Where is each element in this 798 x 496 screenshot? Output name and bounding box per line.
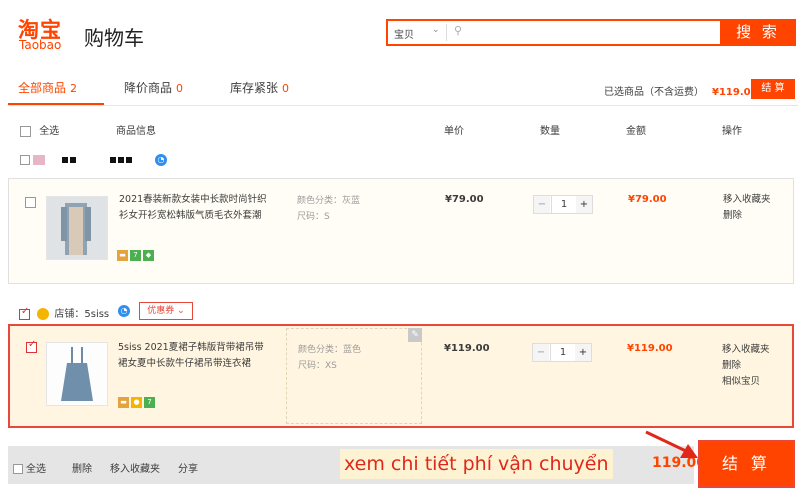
product-image[interactable] [46,342,108,406]
shop-checkbox[interactable] [20,155,30,165]
taobao-logo-en: Taobao [19,38,62,52]
coupon-dropdown[interactable]: 优惠券 ⌄ [139,302,193,320]
shop-row [20,155,134,166]
color-prop: 颜色分类：灰蓝 [297,196,361,206]
search-button[interactable]: 搜 索 [720,19,796,46]
size-prop: 尺码：S [297,212,330,222]
wangwang-icon[interactable]: ◔ [155,154,167,166]
select-all-checkbox[interactable] [20,125,31,137]
shield-icon: ◆ [143,250,154,261]
delete-link[interactable]: 删除 [723,208,771,224]
cart-item: 2021春装新款女装中长款时尚针织衫女开衫宽松韩版气质毛衣外套潮 ▬ 7 ◆ 颜色分… [8,178,794,284]
similar-items-link[interactable]: 相似宝贝 [722,374,770,390]
search-input[interactable] [470,24,720,41]
quantity-stepper[interactable]: − 1 + [532,343,592,362]
column-header-price: 单价 [444,126,464,137]
denim-dress-image [47,343,107,405]
tab-count: 2 [70,82,78,95]
product-title[interactable]: 5siss 2021夏裙子韩版背带裙吊带裙女夏中长款牛仔裙吊带连衣裙 [118,340,268,372]
decrease-button[interactable]: − [533,344,549,361]
service-icons: ▬ 7 ◆ [117,249,156,261]
product-props: 颜色分类：灰蓝 尺码：S [297,193,360,225]
masked-shop-name [109,155,134,166]
shop-row: 店铺：5siss [19,305,109,320]
cart-item-selected: 5siss 2021夏裙子韩版背带裙吊带裙女夏中长款牛仔裙吊带连衣裙 ▬●7 ✎… [8,324,794,428]
decrease-button[interactable]: − [534,196,550,213]
select-all-checkbox[interactable] [13,464,23,474]
select-all-label: 全选 [26,464,46,475]
select-all-bottom[interactable]: 全选 [13,460,46,475]
seven-day-return-icon: 7 [130,250,141,261]
item-amount: ¥79.00 [628,194,667,205]
search-scope-select[interactable]: 宝贝 [394,26,414,41]
column-header-ops: 操作 [722,126,742,137]
shop-icon [37,308,50,320]
search-bar: 宝贝 ⌄ ⚲ 搜 索 [386,19,796,46]
product-image[interactable] [46,196,108,260]
tab-price-drop[interactable]: 降价商品 0 [124,79,183,96]
shop-checkbox[interactable] [19,308,30,320]
tab-label: 全部商品 [18,81,67,95]
share-link[interactable]: 分享 [178,460,198,475]
delete-link[interactable]: 删除 [722,358,770,374]
seven-day-return-icon: 7 [144,397,155,408]
bulb-icon: ● [131,397,142,408]
tab-all-items[interactable]: 全部商品 2 [18,79,77,96]
quantity-value[interactable]: 1 [550,344,576,361]
card-icon: ▬ [117,250,128,261]
chevron-down-icon: ⌄ [177,306,185,316]
tab-label: 库存紧张 [230,81,279,95]
item-checkbox[interactable] [26,342,37,353]
card-icon: ▬ [118,397,129,408]
color-prop: 颜色分类：蓝色 [298,345,362,355]
increase-button[interactable]: + [576,196,592,213]
size-prop: 尺码：XS [298,361,337,371]
quantity-stepper[interactable]: − 1 + [533,195,593,214]
settle-button-top[interactable]: 结 算 [751,79,795,99]
select-all-header[interactable]: 全选 [20,122,59,137]
tab-label: 降价商品 [124,81,173,95]
wangwang-icon[interactable]: ◔ [118,305,130,317]
column-header-quantity: 数量 [540,126,560,137]
move-to-favorites-link[interactable]: 移入收藏夹 [722,342,770,358]
chevron-down-icon[interactable]: ⌄ [432,25,440,35]
unit-price: ¥119.00 [444,343,490,354]
selected-label: 已选商品（不含运费） [604,87,704,98]
service-icons: ▬ ● 7 [118,396,157,408]
divider [8,105,798,106]
coupon-label: 优惠券 [147,306,175,316]
item-ops: 移入收藏夹 删除 [723,192,771,224]
unit-price: ¥79.00 [445,194,484,205]
annotation-label: xem chi tiết phí vận chuyển [340,449,613,479]
tab-count: 0 [282,82,290,95]
tab-count: 0 [176,82,184,95]
column-header-info: 商品信息 [116,126,156,137]
divider [446,24,447,41]
increase-button[interactable]: + [575,344,591,361]
select-all-label: 全选 [39,126,60,137]
quantity-value[interactable]: 1 [551,196,577,213]
shop-label: 店铺： [54,309,85,320]
checkout-button[interactable]: 结 算 [698,440,795,488]
cardigan-image [47,197,107,259]
product-title[interactable]: 2021春装新款女装中长款时尚针织衫女开衫宽松韩版气质毛衣外套潮 [119,192,269,224]
selected-summary: 已选商品（不含运费） ¥119.00 [604,83,758,98]
delete-selected-link[interactable]: 删除 [72,460,92,475]
shop-name[interactable]: 5siss [84,309,109,320]
item-amount: ¥119.00 [627,343,673,354]
tab-low-stock[interactable]: 库存紧张 0 [230,79,289,96]
edit-icon[interactable]: ✎ [408,328,422,342]
product-props: 颜色分类：蓝色 尺码：XS [298,342,361,374]
move-to-favorites-link[interactable]: 移入收藏夹 [723,192,771,208]
item-checkbox[interactable] [25,197,36,208]
search-icon: ⚲ [454,24,463,37]
arrow-icon [645,430,698,458]
move-to-favorites-link[interactable]: 移入收藏夹 [110,460,160,475]
item-ops: 移入收藏夹 删除 相似宝贝 [722,342,770,390]
column-header-amount: 金额 [626,126,646,137]
page-title: 购物车 [84,26,144,50]
shop-icon [33,155,46,165]
masked-shop-label [62,155,78,166]
